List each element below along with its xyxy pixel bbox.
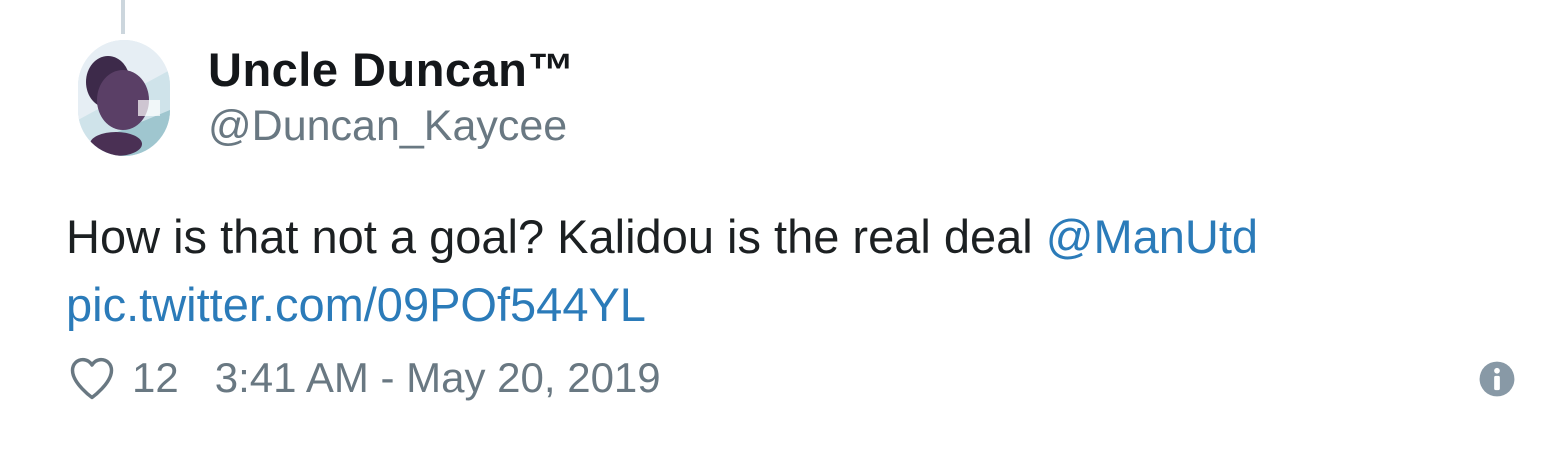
display-name[interactable]: Uncle Duncan™ [208,42,575,97]
pic-link[interactable]: pic.twitter.com/09POf544YL [66,278,646,331]
timestamp[interactable]: 3:41 AM - May 20, 2019 [215,354,661,402]
info-icon[interactable] [1478,360,1516,398]
thread-connector-line [121,0,125,34]
avatar[interactable] [78,40,170,156]
tweet-text-main: How is that not a goal? Kalidou is the r… [66,210,1046,263]
like-count[interactable]: 12 [132,354,179,402]
heart-icon[interactable] [66,352,118,404]
mention-link[interactable]: @ManUtd [1046,210,1258,263]
tweet-text: How is that not a goal? Kalidou is the r… [66,203,1506,339]
user-handle[interactable]: @Duncan_Kaycee [208,102,567,151]
tweet-card: Uncle Duncan™ @Duncan_Kaycee How is that… [0,0,1557,450]
tweet-meta: 12 3:41 AM - May 20, 2019 [66,352,661,404]
